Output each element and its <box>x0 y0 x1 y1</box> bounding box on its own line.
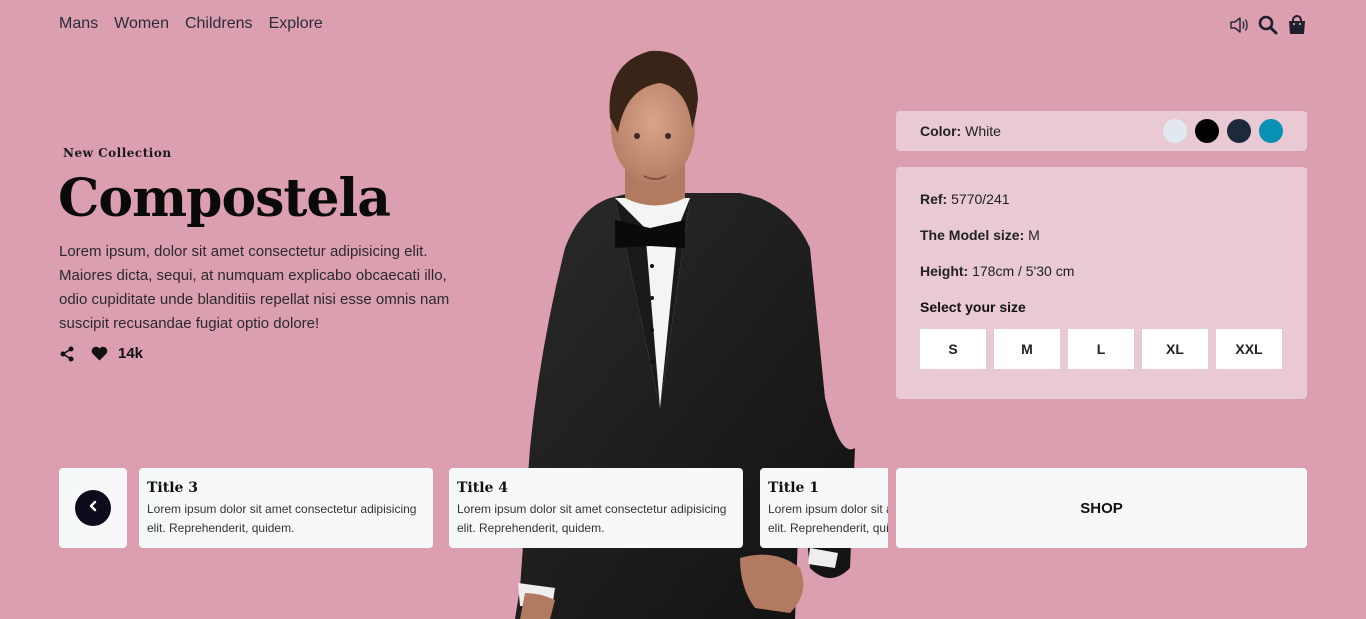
model-size-value: M <box>1028 227 1040 243</box>
ref-label: Ref: <box>920 191 948 207</box>
color-swatches <box>1163 119 1283 143</box>
height-label: Height: <box>920 263 969 279</box>
header-actions <box>1229 14 1307 36</box>
collection-carousel: Title 3 Lorem ipsum dolor sit amet conse… <box>139 468 888 548</box>
slide-text: Lorem ipsum dolor sit amet consectetur a… <box>457 502 727 535</box>
chevron-left-icon <box>87 499 99 517</box>
shop-button[interactable]: SHOP <box>896 468 1307 548</box>
search-icon[interactable] <box>1258 14 1278 36</box>
size-options: S M L XL XXL <box>920 329 1283 369</box>
product-description: Lorem ipsum, dolor sit amet consectetur … <box>59 243 450 332</box>
color-label-wrap: Color: White <box>920 123 1001 139</box>
slide-title: Title 3 <box>147 480 199 496</box>
carousel-prev-card <box>59 468 127 548</box>
nav-link-women[interactable]: Women <box>114 15 169 33</box>
model-size-row: The Model size: M <box>920 227 1283 245</box>
size-button-l[interactable]: L <box>1068 329 1134 369</box>
size-button-xxl[interactable]: XXL <box>1216 329 1282 369</box>
size-heading: Select your size <box>920 299 1026 315</box>
height-row: Height: 178cm / 5'30 cm <box>920 263 1283 281</box>
size-button-s[interactable]: S <box>920 329 986 369</box>
likes-count: 14k <box>118 345 144 362</box>
product-title: Compostela <box>58 168 391 229</box>
slide-title: Title 1 <box>768 480 820 496</box>
height-value: 178cm / 5'30 cm <box>972 263 1075 279</box>
collection-eyebrow: New Collection <box>63 146 172 160</box>
heart-icon[interactable] <box>91 346 108 361</box>
carousel-slide[interactable]: Title 4 Lorem ipsum dolor sit amet conse… <box>449 468 743 548</box>
carousel-slide[interactable]: Title 3 Lorem ipsum dolor sit amet conse… <box>139 468 433 548</box>
color-label: Color: <box>920 123 962 139</box>
main-nav: Mans Women Childrens Explore <box>59 15 323 33</box>
carousel-slide[interactable]: Title 1 Lorem ipsum dolor sit amet conse… <box>760 468 888 548</box>
color-value: White <box>965 123 1001 139</box>
nav-link-explore[interactable]: Explore <box>269 15 323 33</box>
social-actions: 14k <box>59 345 143 362</box>
ref-value: 5770/241 <box>951 191 1010 207</box>
nav-link-childrens[interactable]: Childrens <box>185 15 253 33</box>
shopping-bag-icon[interactable] <box>1287 14 1307 36</box>
volume-icon[interactable] <box>1229 14 1249 36</box>
share-icon[interactable] <box>59 346 75 362</box>
swatch-white[interactable] <box>1163 119 1187 143</box>
slide-title: Title 4 <box>457 480 509 496</box>
product-details: Ref: 5770/241 The Model size: M Height: … <box>896 167 1307 399</box>
size-button-m[interactable]: M <box>994 329 1060 369</box>
nav-link-mans[interactable]: Mans <box>59 15 98 33</box>
slide-text: Lorem ipsum dolor sit amet consectetur a… <box>768 502 888 535</box>
carousel-prev-button[interactable] <box>75 490 111 526</box>
swatch-teal[interactable] <box>1259 119 1283 143</box>
ref-row: Ref: 5770/241 <box>920 191 1283 209</box>
color-selector: Color: White <box>896 111 1307 151</box>
model-size-label: The Model size: <box>920 227 1025 243</box>
swatch-black[interactable] <box>1195 119 1219 143</box>
size-button-xl[interactable]: XL <box>1142 329 1208 369</box>
slide-text: Lorem ipsum dolor sit amet consectetur a… <box>147 502 417 535</box>
swatch-navy[interactable] <box>1227 119 1251 143</box>
